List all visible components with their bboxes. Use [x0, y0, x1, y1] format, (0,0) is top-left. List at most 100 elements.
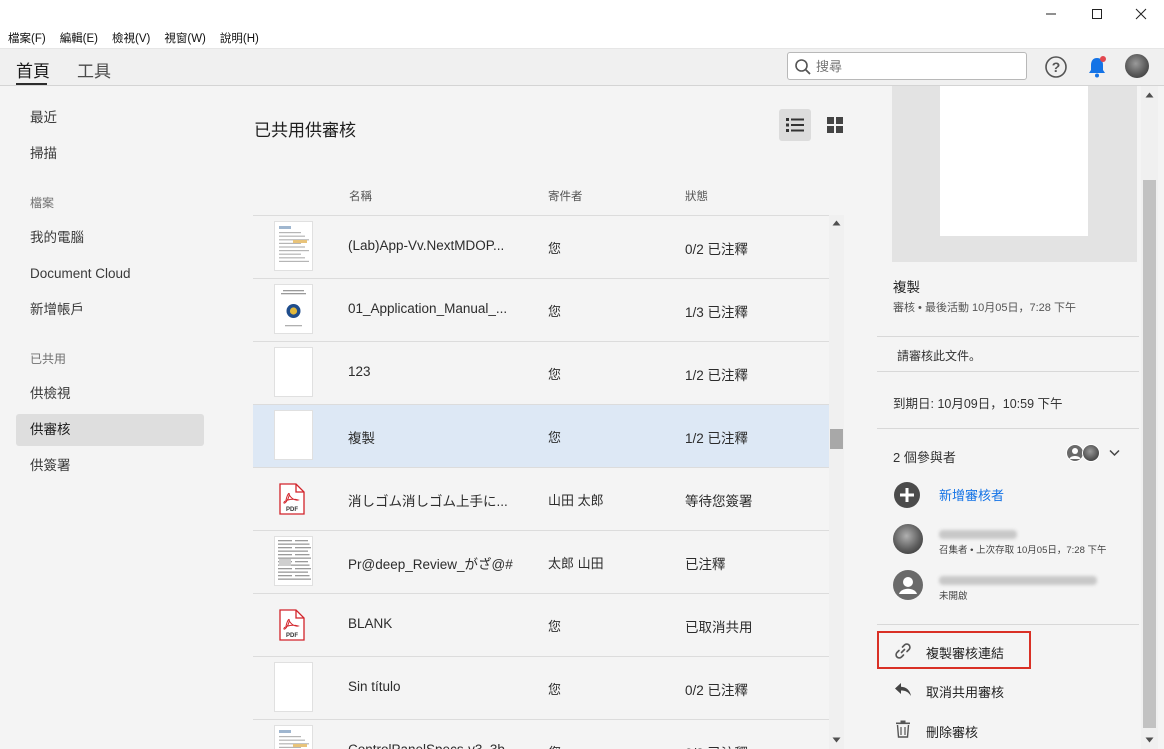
tab-tools[interactable]: 工具 [77, 57, 111, 82]
divider [877, 624, 1139, 625]
table-row[interactable]: 複製 您 1/2 已注釋 [253, 405, 829, 468]
participant-avatar [893, 524, 923, 554]
file-sender: 您 [548, 304, 562, 319]
search-input[interactable] [816, 57, 1016, 75]
table-row[interactable]: (Lab)App-Vv.NextMDOP... 您 0/2 已注釋 [253, 216, 829, 279]
pdf-file-icon: PDF [279, 609, 305, 641]
column-header-status[interactable]: 狀態 [685, 188, 708, 204]
sidebar-item-for-review[interactable]: 供審核 [16, 414, 204, 446]
maximize-icon [1092, 9, 1102, 19]
file-thumbnail [274, 221, 313, 271]
document-thumbnail-icon [281, 290, 306, 327]
close-icon [1135, 8, 1147, 20]
menu-help[interactable]: 說明(H) [220, 30, 259, 46]
menu-edit[interactable]: 編輯(E) [60, 30, 98, 46]
document-thumbnail-icon [279, 730, 309, 748]
document-preview [892, 86, 1137, 262]
svg-text:PDF: PDF [286, 633, 298, 639]
scroll-up-arrow-icon[interactable] [832, 220, 841, 226]
table-row[interactable]: 123 您 1/2 已注釋 [253, 342, 829, 405]
table-row[interactable]: Sin título 您 0/2 已注釋 [253, 657, 829, 720]
add-reviewer-link[interactable]: 新增審核者 [939, 485, 1004, 504]
file-thumbnail [274, 725, 313, 749]
notification-bell-icon[interactable] [1085, 55, 1109, 79]
file-name: (Lab)App-Vv.NextMDOP... [348, 238, 505, 253]
sidebar-item-for-sign[interactable]: 供簽署 [16, 450, 204, 482]
document-thumbnail-icon [275, 663, 312, 711]
file-sender: 您 [548, 367, 562, 382]
column-header-sender[interactable]: 寄件者 [548, 188, 583, 204]
participant-status: 召集者 • 上次存取 10月05日，7:28 下午 [939, 545, 1107, 556]
file-sender: 您 [548, 742, 561, 749]
file-sender: 山田 太郎 [548, 493, 604, 508]
table-row[interactable]: ControlPanelSpecs-v3_3b... 您 0/3 已注釋 [253, 720, 829, 749]
participants-count: 2 個參與者 [893, 450, 956, 465]
sidebar-item-recent[interactable]: 最近 [16, 102, 204, 134]
menu-view[interactable]: 檢視(V) [112, 30, 150, 46]
table-row[interactable]: Pr@deep_Review_がざ@# 太郎 山田 已注釋 [253, 531, 829, 594]
details-scrollbar[interactable] [1141, 86, 1158, 749]
scroll-down-arrow-icon[interactable] [832, 737, 841, 743]
add-circle-icon[interactable] [894, 482, 920, 508]
sidebar-heading-shared: 已共用 [30, 352, 67, 366]
grid-view-button[interactable] [819, 109, 851, 141]
menu-window[interactable]: 視窗(W) [164, 30, 206, 46]
document-thumbnail-icon [275, 411, 312, 459]
scroll-down-arrow-icon[interactable] [1145, 737, 1154, 743]
title-bar [0, 0, 1164, 28]
file-name: Sin título [348, 679, 401, 694]
top-toolbar: 首頁 工具 ? [0, 49, 1164, 86]
divider [877, 336, 1139, 337]
file-status: 1/2 已注釋 [685, 431, 749, 446]
search-box[interactable] [787, 52, 1027, 80]
delete-review-button[interactable]: 刪除審核 [877, 714, 1139, 746]
chevron-down-icon[interactable] [1109, 449, 1120, 457]
file-sender: 太郎 山田 [548, 556, 604, 571]
sidebar-item-my-computer[interactable]: 我的電腦 [16, 222, 204, 254]
scroll-up-arrow-icon[interactable] [1145, 92, 1154, 98]
notification-dot [1100, 56, 1106, 62]
file-thumbnail [274, 347, 313, 397]
maximize-button[interactable] [1074, 0, 1120, 28]
page-title: 已共用供審核 [254, 121, 356, 140]
column-header-name[interactable]: 名稱 [349, 188, 372, 204]
details-scrollbar-thumb[interactable] [1143, 180, 1156, 728]
user-avatar[interactable] [1125, 54, 1149, 78]
table-row[interactable]: PDF BLANK 您 已取消共用 [253, 594, 829, 657]
sidebar-item-add-account[interactable]: 新增帳戶 [16, 294, 204, 326]
sidebar-item-document-cloud[interactable]: Document Cloud [16, 258, 204, 290]
table-row[interactable]: PDF 消しゴム消しゴム上手に... 山田 太郎 等待您簽署 [253, 468, 829, 531]
menu-file[interactable]: 檔案(F) [8, 30, 46, 46]
table-scrollbar-thumb[interactable] [830, 429, 843, 449]
participant-name-redacted [939, 527, 1017, 542]
file-status: 0/2 已注釋 [685, 242, 749, 257]
list-view-button[interactable] [779, 109, 811, 141]
file-thumbnail [274, 410, 313, 460]
table-scrollbar[interactable] [829, 215, 844, 749]
sidebar-item-for-view[interactable]: 供檢視 [16, 378, 204, 410]
active-tab-indicator [16, 83, 47, 85]
close-button[interactable] [1118, 0, 1164, 28]
svg-text:?: ? [1052, 59, 1061, 75]
file-table: (Lab)App-Vv.NextMDOP... 您 0/2 已注釋 01_Applic… [253, 215, 829, 749]
due-date: 到期日: 10月09日，10:59 下午 [893, 397, 1063, 411]
help-icon[interactable]: ? [1044, 55, 1068, 79]
sidebar-item-scan[interactable]: 掃描 [16, 138, 204, 170]
unshare-review-button[interactable]: 取消共用審核 [877, 675, 1139, 707]
minimize-icon [1046, 13, 1056, 15]
file-thumbnail: PDF [279, 609, 307, 643]
file-status: 已取消共用 [685, 620, 753, 635]
table-row[interactable]: 01_Application_Manual_... 您 1/3 已注釋 [253, 279, 829, 342]
file-thumbnail [274, 662, 313, 712]
trash-icon [896, 720, 910, 738]
file-name: ControlPanelSpecs-v3_3b... [348, 742, 516, 749]
file-name: BLANK [348, 616, 393, 631]
file-name: 複製 [348, 431, 375, 446]
file-sender: 您 [548, 241, 562, 256]
document-thumbnail-icon [279, 226, 309, 262]
sidebar-heading-files: 檔案 [30, 196, 55, 210]
minimize-button[interactable] [1028, 0, 1074, 28]
file-status: 1/3 已注釋 [685, 305, 749, 320]
tab-home[interactable]: 首頁 [16, 57, 50, 82]
pdf-file-icon: PDF [279, 483, 305, 515]
